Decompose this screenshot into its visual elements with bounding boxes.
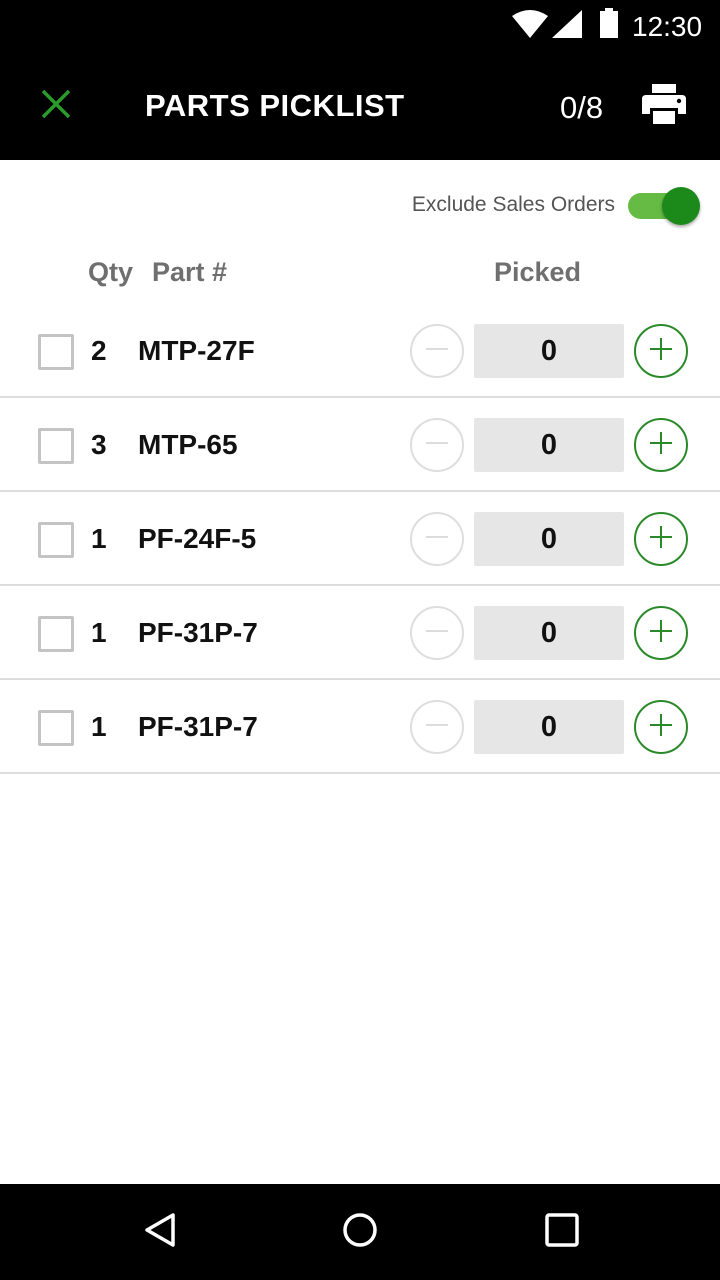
picked-value[interactable]: 0 (474, 700, 624, 754)
exclude-sales-orders-label: Exclude Sales Orders (411, 193, 615, 216)
column-header-qty: Qty (88, 257, 134, 287)
print-button[interactable] (638, 80, 690, 132)
row-qty: 1 (91, 523, 107, 554)
row-checkbox[interactable] (38, 428, 74, 464)
increment-button[interactable] (634, 606, 688, 660)
list-item: 1 PF-31P-7 0 (0, 586, 720, 680)
row-checkbox[interactable] (38, 334, 74, 370)
row-part-number: PF-24F-5 (138, 523, 257, 554)
row-qty: 1 (91, 711, 107, 742)
minus-icon (424, 430, 450, 461)
status-bar: 12:30 (0, 0, 720, 52)
plus-icon (648, 430, 674, 461)
column-header-picked: Picked (494, 257, 582, 287)
back-button[interactable] (136, 1208, 184, 1256)
parts-list: 2 MTP-27F 0 3 MTP-65 0 1 PF-24F-5 0 1 PF… (0, 304, 720, 774)
picked-value[interactable]: 0 (474, 418, 624, 472)
decrement-button[interactable] (410, 324, 464, 378)
home-button[interactable] (336, 1208, 384, 1256)
picked-value[interactable]: 0 (474, 512, 624, 566)
row-checkbox[interactable] (38, 710, 74, 746)
row-part-number: PF-31P-7 (138, 711, 258, 742)
exclude-sales-orders-row: Exclude Sales Orders (0, 180, 720, 230)
column-header-part: Part # (152, 257, 228, 287)
minus-icon (424, 618, 450, 649)
plus-icon (648, 336, 674, 367)
list-item: 1 PF-24F-5 0 (0, 492, 720, 586)
battery-icon (600, 8, 618, 45)
increment-button[interactable] (634, 512, 688, 566)
minus-icon (424, 712, 450, 743)
picked-count: 0/8 (560, 90, 604, 125)
picked-value[interactable]: 0 (474, 606, 624, 660)
navigation-bar (0, 1184, 720, 1280)
close-button[interactable] (30, 80, 82, 132)
row-part-number: MTP-65 (138, 429, 238, 460)
row-checkbox[interactable] (38, 616, 74, 652)
list-item: 2 MTP-27F 0 (0, 304, 720, 398)
home-icon (342, 1212, 378, 1253)
app-bar: PARTS PICKLIST 0/8 (0, 52, 720, 160)
decrement-button[interactable] (410, 512, 464, 566)
row-checkbox[interactable] (38, 522, 74, 558)
plus-icon (648, 712, 674, 743)
row-part-number: MTP-27F (138, 335, 255, 366)
row-qty: 3 (91, 429, 107, 460)
minus-icon (424, 336, 450, 367)
list-item: 1 PF-31P-7 0 (0, 680, 720, 774)
minus-icon (424, 524, 450, 555)
row-part-number: PF-31P-7 (138, 617, 258, 648)
wifi-icon (512, 10, 548, 45)
close-icon (40, 88, 72, 125)
picked-value[interactable]: 0 (474, 324, 624, 378)
back-icon (143, 1212, 177, 1253)
increment-button[interactable] (634, 324, 688, 378)
decrement-button[interactable] (410, 418, 464, 472)
page-title: PARTS PICKLIST (145, 88, 405, 123)
increment-button[interactable] (634, 418, 688, 472)
exclude-sales-orders-toggle[interactable] (626, 184, 704, 226)
increment-button[interactable] (634, 700, 688, 754)
decrement-button[interactable] (410, 700, 464, 754)
plus-icon (648, 524, 674, 555)
decrement-button[interactable] (410, 606, 464, 660)
status-time: 12:30 (632, 11, 703, 42)
row-qty: 1 (91, 617, 107, 648)
signal-icon (552, 10, 582, 45)
print-icon (642, 83, 686, 129)
list-item: 3 MTP-65 0 (0, 398, 720, 492)
row-qty: 2 (91, 335, 107, 366)
toggle-thumb (662, 187, 700, 225)
recent-apps-button[interactable] (538, 1208, 586, 1256)
plus-icon (648, 618, 674, 649)
recent-apps-icon (545, 1212, 579, 1252)
